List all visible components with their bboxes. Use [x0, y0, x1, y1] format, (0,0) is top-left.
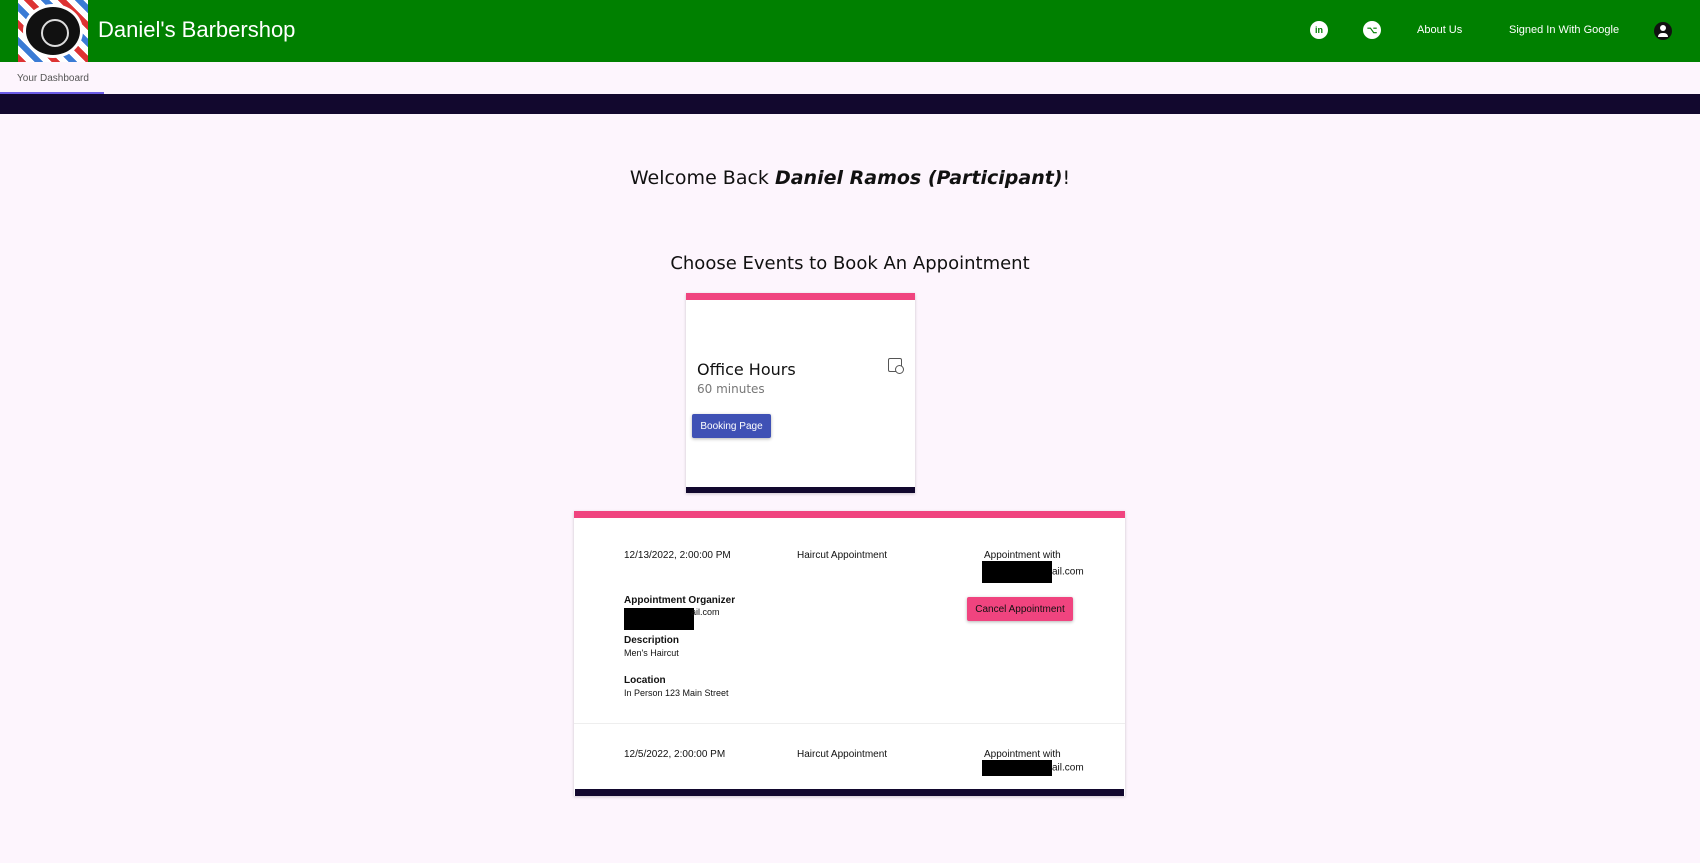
organizer-label: Appointment Organizer	[624, 595, 736, 606]
user-name: Daniel Ramos (Participant)	[774, 167, 1063, 189]
appointment-with-label: Appointment with	[984, 550, 1061, 561]
location-value: In Person 123 Main Street	[624, 688, 729, 698]
calendar-clock-icon	[888, 358, 904, 374]
appointment-with-email: ail.com	[982, 760, 1084, 776]
tab-your-dashboard[interactable]: Your Dashboard	[0, 62, 104, 94]
appointment-with: Appointment with ail.com	[982, 749, 1084, 776]
signed-in-google-link[interactable]: Signed In With Google	[1509, 24, 1619, 36]
account-circle-icon[interactable]	[1654, 22, 1672, 40]
header-divider-band	[0, 94, 1700, 114]
event-duration: 60 minutes	[697, 382, 765, 396]
organizer-email: ail.com	[624, 606, 720, 630]
redaction-box	[982, 561, 1052, 583]
email-visible-part: ail.com	[1052, 762, 1084, 774]
appointment-item[interactable]: 12/5/2022, 2:00:00 PM Haircut Appointmen…	[574, 724, 1125, 794]
tab-label: Your Dashboard	[17, 73, 89, 84]
email-visible-part: ail.com	[1052, 566, 1084, 578]
app-bar: Daniel's Barbershop in ⌥ About Us Signed…	[0, 0, 1700, 62]
card-bottom-band	[686, 487, 915, 493]
description-value: Men's Haircut	[624, 648, 679, 658]
appointment-type: Haircut Appointment	[797, 550, 888, 561]
appointment-with-label: Appointment with	[984, 749, 1061, 760]
panel-bottom-band	[575, 789, 1124, 796]
booking-page-button[interactable]: Booking Page	[692, 414, 771, 438]
welcome-message: Welcome Back Daniel Ramos (Participant)!	[0, 167, 1700, 189]
events-section-title: Choose Events to Book An Appointment	[670, 253, 1030, 274]
appointment-datetime: 12/5/2022, 2:00:00 PM	[624, 749, 726, 760]
redaction-box	[982, 760, 1052, 776]
redaction-box	[624, 608, 694, 630]
appointment-item[interactable]: 12/13/2022, 2:00:00 PM Haircut Appointme…	[574, 518, 1125, 724]
appointment-with-email: ail.com	[982, 561, 1084, 583]
barbershop-logo[interactable]	[18, 0, 88, 62]
welcome-prefix: Welcome Back	[629, 167, 775, 189]
appointments-panel: 12/13/2022, 2:00:00 PM Haircut Appointme…	[574, 511, 1125, 796]
location-label: Location	[624, 675, 666, 686]
description-label: Description	[624, 635, 680, 646]
welcome-suffix: !	[1062, 167, 1071, 189]
event-title: Office Hours	[697, 360, 796, 379]
about-us-link[interactable]: About Us	[1417, 24, 1462, 36]
event-card-office-hours: Office Hours 60 minutes Booking Page	[686, 293, 915, 493]
appointment-with: Appointment with ail.com	[982, 550, 1084, 583]
email-visible-part: ail.com	[691, 607, 720, 617]
brand-title: Daniel's Barbershop	[98, 17, 296, 42]
appointment-datetime: 12/13/2022, 2:00:00 PM	[624, 550, 731, 561]
github-icon[interactable]: ⌥	[1363, 21, 1381, 39]
linkedin-icon[interactable]: in	[1310, 21, 1328, 39]
appointment-type: Haircut Appointment	[797, 749, 888, 760]
cancel-appointment-button[interactable]: Cancel Appointment	[967, 597, 1073, 621]
